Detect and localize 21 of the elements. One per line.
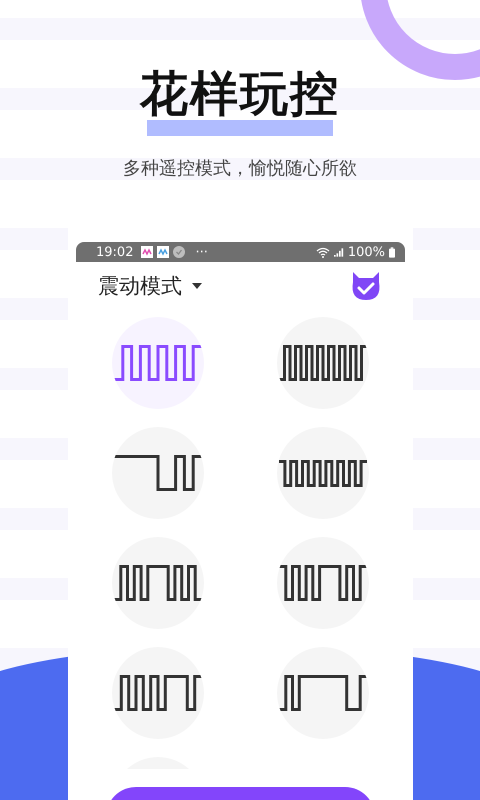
status-time: 19:02	[96, 244, 134, 260]
square-wave-icon	[277, 460, 369, 486]
wifi-icon	[316, 246, 330, 258]
battery-icon	[389, 246, 395, 258]
caret-icon	[192, 283, 202, 289]
headline: 花样玩控	[140, 68, 340, 120]
status-more: ···	[195, 244, 208, 260]
signal-icon	[334, 248, 344, 256]
square-wave-icon	[112, 345, 204, 381]
subtitle: 多种遥控模式，愉悦随心所欲	[123, 157, 357, 180]
app-notification-icon	[157, 246, 170, 258]
square-wave-icon	[277, 345, 369, 381]
app-notification-icon	[141, 246, 154, 258]
square-wave-icon	[277, 565, 369, 601]
square-wave-icon	[277, 675, 369, 711]
square-wave-icon	[112, 455, 204, 491]
mode-dropdown[interactable]: 震动模式	[98, 272, 202, 300]
battery-level: 100%	[348, 244, 385, 260]
square-wave-icon	[112, 565, 204, 601]
square-wave-icon	[112, 675, 204, 711]
app-notification-icon	[173, 246, 186, 258]
